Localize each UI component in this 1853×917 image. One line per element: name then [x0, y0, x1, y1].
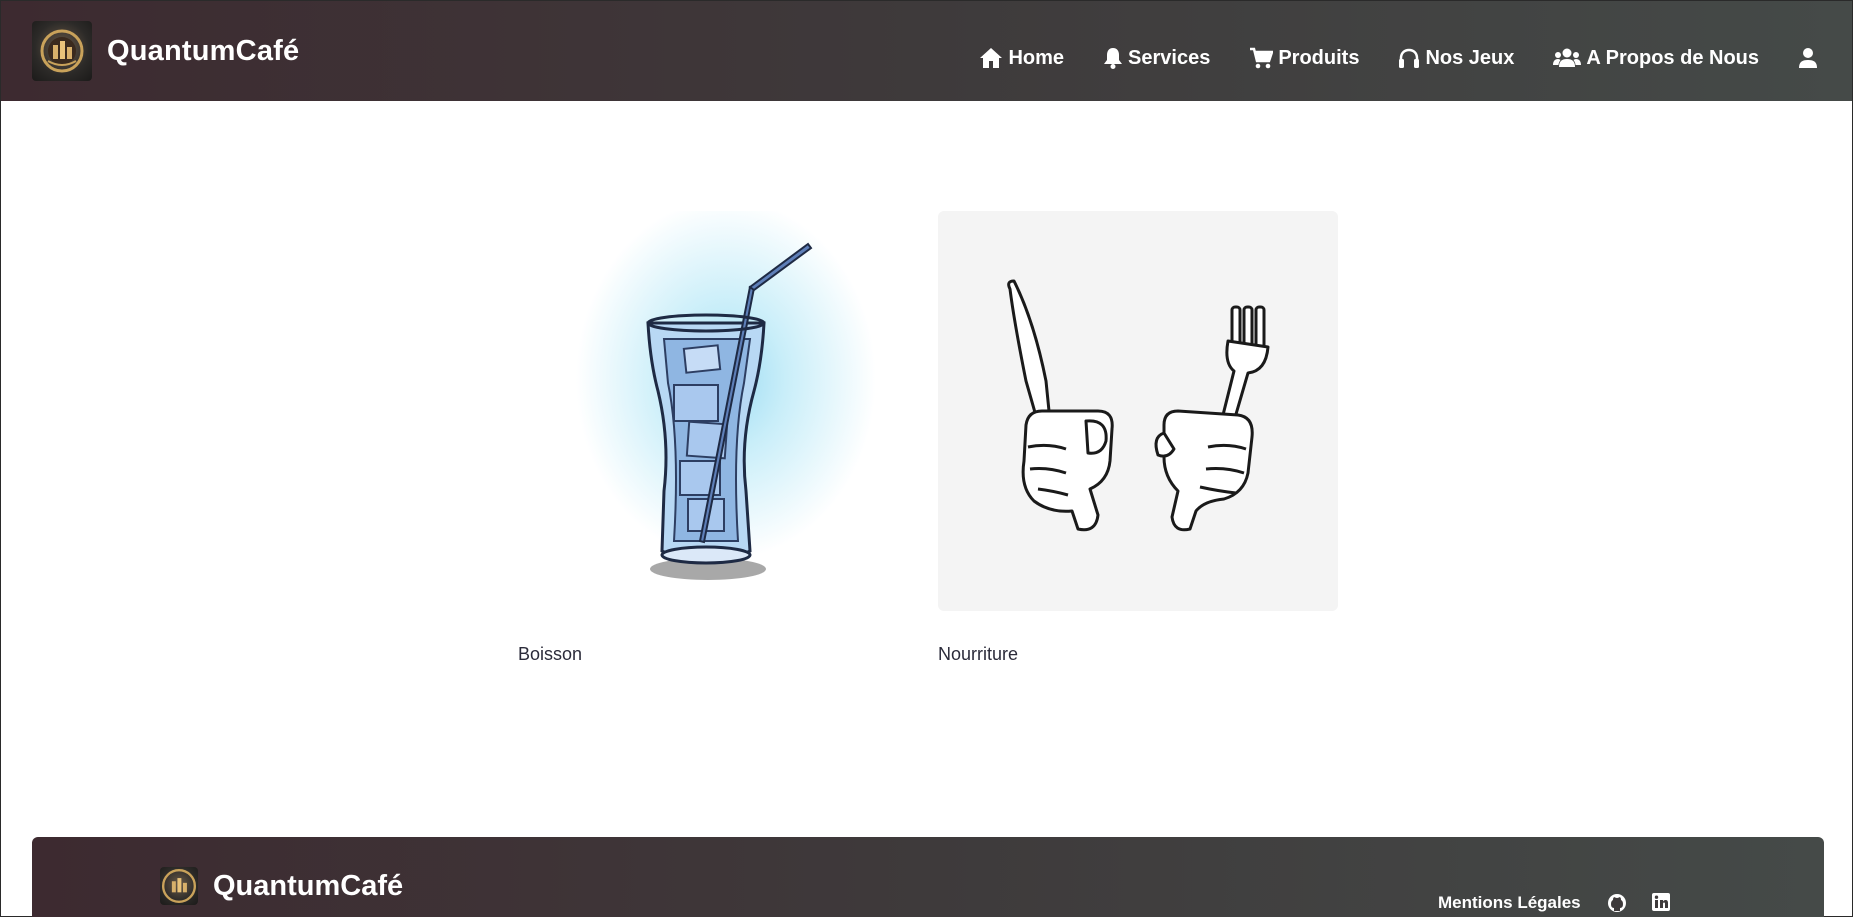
github-link[interactable] [1607, 893, 1627, 917]
user-account-button[interactable] [1798, 47, 1823, 69]
home-icon [980, 48, 1003, 68]
logo-emblem-icon [40, 29, 84, 73]
cart-icon [1250, 47, 1274, 69]
nav-home-label: Home [1008, 46, 1065, 69]
category-label-nourriture: Nourriture [938, 644, 1019, 664]
nav-a-propos[interactable]: A Propos de Nous [1553, 47, 1759, 70]
logo-emblem-icon [161, 868, 197, 904]
footer-brand-name[interactable]: QuantumCafé [213, 870, 403, 903]
headphones-icon [1399, 48, 1420, 68]
user-icon [1799, 48, 1817, 68]
footer-logo[interactable] [160, 867, 198, 905]
nav-nos-jeux[interactable]: Nos Jeux [1398, 47, 1514, 70]
github-icon [1608, 894, 1626, 912]
category-label-boisson: Boisson [518, 644, 583, 664]
nav-nos-jeux-label: Nos Jeux [1425, 46, 1515, 69]
category-card-nourriture[interactable]: Nourriture [938, 211, 1338, 665]
iced-drink-illustration [646, 242, 813, 580]
nav-produits[interactable]: Produits [1249, 47, 1359, 70]
nav-a-propos-label: A Propos de Nous [1586, 46, 1759, 69]
nav-home[interactable]: Home [979, 47, 1064, 70]
footer: QuantumCafé Mentions Légales [32, 837, 1824, 917]
nourriture-image[interactable] [938, 211, 1338, 611]
boisson-image[interactable] [518, 211, 918, 611]
mentions-legales-link[interactable]: Mentions Légales [1438, 893, 1581, 913]
navbar: QuantumCafé Home Services Produits Nos J… [1, 1, 1852, 101]
linkedin-icon [1652, 893, 1670, 911]
nav-links: Home Services Produits Nos Jeux A Propos… [979, 43, 1852, 73]
users-icon [1553, 48, 1582, 67]
nav-produits-label: Produits [1278, 46, 1360, 69]
linkedin-link[interactable] [1652, 893, 1670, 916]
knife-fork-hands-illustration [1007, 279, 1270, 532]
brand-logo[interactable] [32, 21, 92, 81]
brand-name[interactable]: QuantumCafé [107, 35, 299, 68]
bell-icon [1104, 48, 1123, 69]
nav-services-label: Services [1128, 46, 1211, 69]
nav-services[interactable]: Services [1103, 47, 1210, 70]
category-card-boisson[interactable]: Boisson [518, 211, 918, 665]
